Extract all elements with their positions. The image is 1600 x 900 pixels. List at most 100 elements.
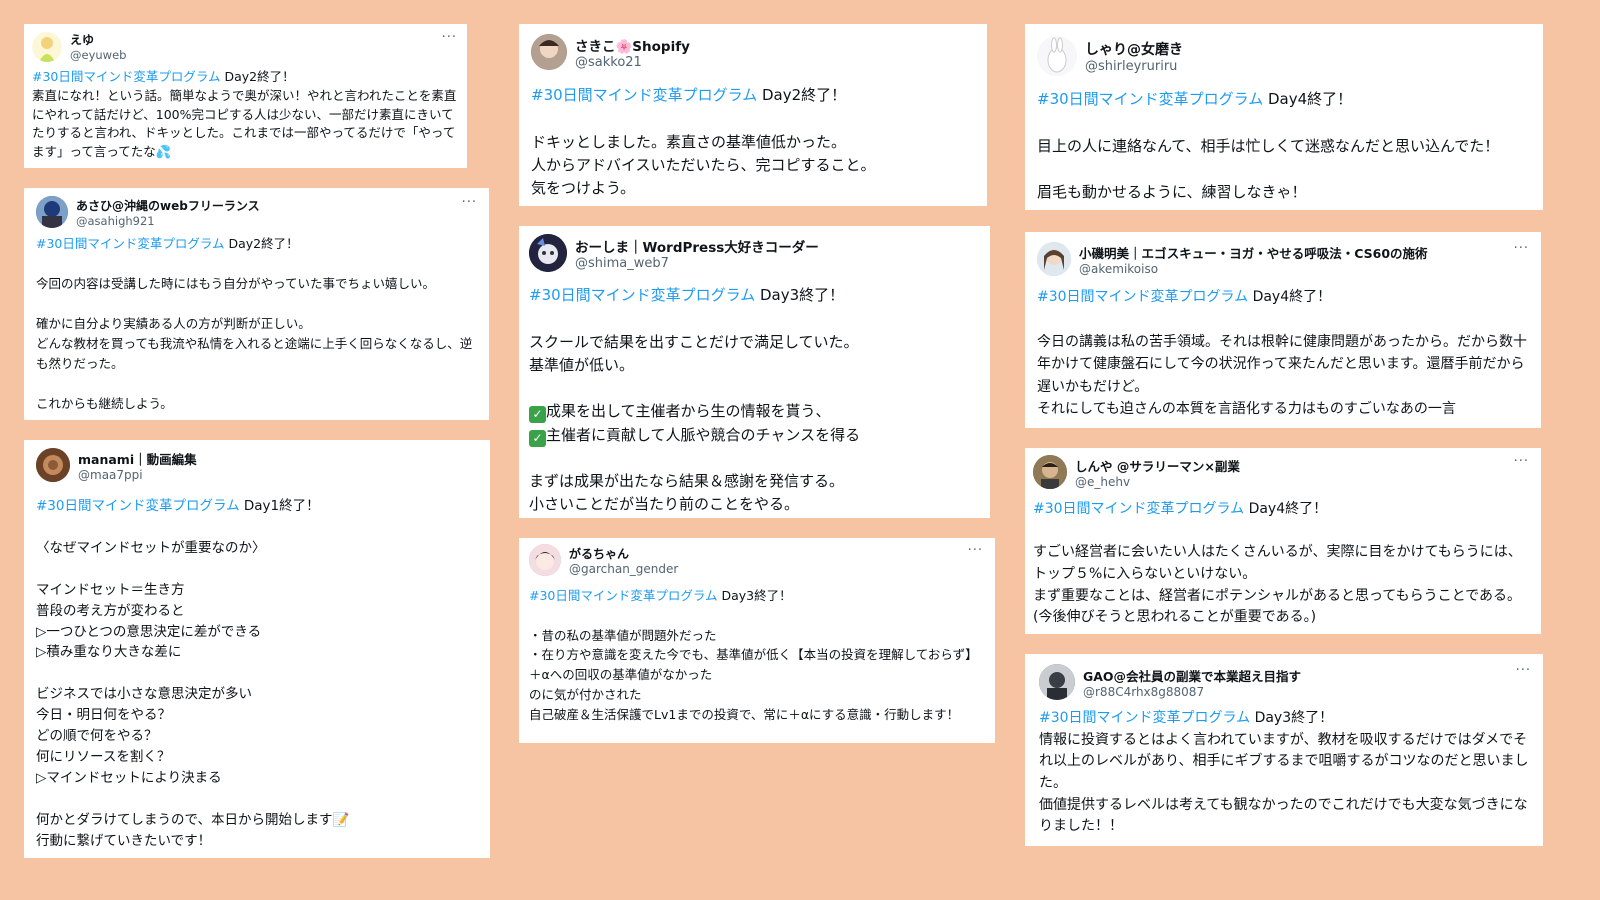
avatar-illustration (529, 234, 567, 272)
author-name[interactable]: GAO@会社員の副業で本業超え目指す (1083, 666, 1301, 685)
avatar-photo (36, 196, 68, 228)
more-options-icon[interactable]: ··· (1514, 242, 1529, 255)
day-status: Day4終了！ (1263, 90, 1353, 108)
tweet-card-asahi[interactable]: あさひ@沖縄のwebフリーランス @asahigh921 ··· #30日間マイ… (24, 188, 489, 420)
tweet-text: 今回の内容は受講した時にはもう自分がやっていた事でちょい嬉しい。 確かに自分より… (36, 276, 473, 411)
tweet-text-closing: 行動に繋げていきたいです！ (36, 832, 212, 849)
more-options-icon[interactable]: ··· (442, 31, 457, 44)
avatar-photo (1037, 242, 1071, 276)
author-name[interactable]: がるちゃん (569, 545, 678, 562)
avatar-illustration (1037, 36, 1077, 76)
avatar[interactable] (36, 448, 70, 482)
hashtag-link[interactable]: #30日間マインド変革プログラム (1039, 710, 1250, 726)
tweet-card-shari[interactable]: しゃり@女磨き @shirleyruriru #30日間マインド変革プログラム … (1025, 24, 1543, 210)
day-status: Day3終了！ (717, 588, 792, 603)
memo-icon: 📝 (332, 811, 350, 828)
tweet-text: 〈なぜマインドセットが重要なのか〉 マインドセット＝生き方 普段の考え方が変わる… (36, 539, 333, 828)
day-status: Day1終了！ (239, 498, 320, 514)
checklist-item: 成果を出して主催者から生の情報を貰う、 (546, 402, 831, 421)
tweet-text: ・昔の私の基準値が問題外だった ・在り方や意識を変えた今でも、基準値が低く【本当… (529, 627, 978, 722)
avatar[interactable] (1039, 664, 1075, 700)
tweet-text: 素直になれ！という話。簡単なようで奥が深い！やれと言われたことを素直にやれって話… (32, 87, 457, 159)
author-name[interactable]: えゆ (70, 31, 126, 48)
author-name[interactable]: 小磯明美｜エゴスキュー・ヨガ・やせる呼吸法・CS60の施術 (1079, 243, 1428, 262)
author-name[interactable]: あさひ@沖縄のwebフリーランス (76, 197, 260, 214)
author-handle[interactable]: @asahigh921 (76, 214, 260, 228)
hashtag-link[interactable]: #30日間マインド変革プログラム (1037, 289, 1248, 305)
tweet-body: #30日間マインド変革プログラム Day4終了！ 目上の人に連絡なんて、相手は忙… (1037, 88, 1531, 204)
checklist-item: 主催者に貢献して人脈や競合のチャンスを得る (546, 425, 861, 444)
tweet-card-koiso[interactable]: 小磯明美｜エゴスキュー・ヨガ・やせる呼吸法・CS60の施術 @akemikois… (1025, 232, 1541, 428)
day-status: Day3終了！ (755, 286, 845, 304)
more-options-icon[interactable]: ··· (462, 196, 477, 209)
tweet-body: #30日間マインド変革プログラム Day4終了！ 今日の講義は私の苦手領域。それ… (1037, 286, 1529, 420)
avatar-photo (36, 448, 70, 482)
tweet-card-eyu[interactable]: えゆ @eyuweb ··· #30日間マインド変革プログラム Day2終了！ … (24, 24, 467, 168)
avatar[interactable] (529, 544, 561, 576)
author-handle[interactable]: @garchan_gender (569, 562, 678, 576)
tweet-body: #30日間マインド変革プログラム Day3終了！ ・昔の私の基準値が問題外だった… (529, 586, 983, 724)
hashtag-link[interactable]: #30日間マインド変革プログラム (531, 86, 757, 104)
author-handle[interactable]: @maa7ppi (78, 468, 197, 482)
tweet-body: #30日間マインド変革プログラム Day3終了！ スクールで結果を出すことだけで… (529, 284, 978, 517)
author-handle[interactable]: @eyuweb (70, 48, 126, 62)
more-options-icon[interactable]: ··· (968, 544, 983, 557)
avatar[interactable] (529, 234, 567, 272)
tweet-text: 目上の人に連絡なんて、相手は忙しくて迷惑なんだと思い込んでた！ 眉毛も動かせるよ… (1037, 136, 1500, 201)
avatar[interactable] (531, 34, 567, 70)
check-mark-button-icon: ✓ (529, 429, 546, 447)
author-name[interactable]: さきこ🌸Shopify (575, 35, 690, 55)
day-status: Day2終了！ (220, 69, 295, 84)
day-status: Day4終了！ (1248, 289, 1332, 305)
author-handle[interactable]: @shima_web7 (575, 256, 819, 271)
hashtag-link[interactable]: #30日間マインド変革プログラム (1037, 90, 1263, 108)
avatar-photo (1033, 455, 1067, 489)
tweet-card-sakiko[interactable]: さきこ🌸Shopify @sakko21 #30日間マインド変革プログラム Da… (519, 24, 987, 206)
hashtag-link[interactable]: #30日間マインド変革プログラム (36, 236, 225, 251)
avatar[interactable] (1037, 242, 1071, 276)
author-name[interactable]: しんや @サラリーマン×副業 (1075, 456, 1240, 475)
tweet-body: #30日間マインド変革プログラム Day2終了！ 今回の内容は受講した時にはもう… (36, 234, 477, 414)
sweat-droplets-icon: 💦 (155, 144, 172, 159)
tweet-text: 今日の講義は私の苦手領域。それは根幹に健康問題があったから。だから数十年かけて健… (1037, 333, 1527, 417)
tweet-body: #30日間マインド変革プログラム Day1終了！ 〈なぜマインドセットが重要なの… (36, 496, 478, 852)
tweet-body: #30日間マインド変革プログラム Day2終了！ ドキッとしました。素直さの基準… (531, 84, 975, 200)
author-handle[interactable]: @sakko21 (575, 55, 690, 70)
author-name[interactable]: manami｜動画編集 (78, 449, 197, 468)
tweet-body: #30日間マインド変革プログラム Day3終了！ 情報に投資するとはよく言われて… (1039, 708, 1531, 838)
more-options-icon[interactable]: ··· (1516, 664, 1531, 677)
avatar[interactable] (1037, 36, 1077, 76)
author-handle[interactable]: @shirleyruriru (1085, 59, 1183, 74)
avatar[interactable] (1033, 455, 1067, 489)
tweet-text: ドキッとしました。素直さの基準値低かった。 人からアドバイスいただいたら、完コピ… (531, 132, 876, 197)
day-status: Day2終了！ (224, 236, 299, 251)
check-mark-button-icon: ✓ (529, 406, 546, 424)
hashtag-link[interactable]: #30日間マインド変革プログラム (32, 69, 221, 84)
author-name[interactable]: しゃり@女磨き (1085, 39, 1183, 59)
tweet-text-closing: まずは成果が出たなら結果＆感謝を発信する。 小さいことだが当たり前のことをやる。 (529, 472, 845, 514)
tweet-card-shinya[interactable]: しんや @サラリーマン×副業 @e_hehv ··· #30日間マインド変革プロ… (1025, 448, 1541, 634)
avatar-illustration (529, 544, 561, 576)
avatar[interactable] (32, 31, 62, 62)
more-options-icon[interactable]: ··· (1514, 455, 1529, 468)
avatar[interactable] (36, 196, 68, 228)
tweet-text: スクールで結果を出すことだけで満足していた。 基準値が低い。 (529, 332, 859, 374)
tweet-card-gao[interactable]: GAO@会社員の副業で本業超え目指す @r88C4rhx8g88087 ··· … (1025, 654, 1543, 846)
day-status: Day4終了！ (1244, 501, 1328, 517)
avatar-photo (531, 34, 567, 70)
author-handle[interactable]: @r88C4rhx8g88087 (1083, 685, 1301, 699)
hashtag-link[interactable]: #30日間マインド変革プログラム (36, 498, 240, 514)
day-status: Day3終了！ (1250, 710, 1334, 726)
hashtag-link[interactable]: #30日間マインド変革プログラム (529, 286, 755, 304)
tweet-card-garuchan[interactable]: がるちゃん @garchan_gender ··· #30日間マインド変革プログ… (519, 538, 995, 743)
author-name[interactable]: おーしま｜WordPress大好きコーダー (575, 236, 819, 256)
tweet-card-manami[interactable]: manami｜動画編集 @maa7ppi #30日間マインド変革プログラム Da… (24, 440, 490, 858)
hashtag-link[interactable]: #30日間マインド変革プログラム (1033, 501, 1244, 517)
hashtag-link[interactable]: #30日間マインド変革プログラム (529, 588, 718, 603)
tweet-text: 情報に投資するとはよく言われていますが、教材を吸収するだけではダメでそれ以上のレ… (1039, 731, 1529, 835)
tweet-body: #30日間マインド変革プログラム Day4終了！ すごい経営者に会いたい人はたく… (1033, 499, 1529, 629)
author-handle[interactable]: @akemikoiso (1079, 262, 1428, 276)
tweet-card-oshima[interactable]: おーしま｜WordPress大好きコーダー @shima_web7 #30日間マ… (519, 226, 990, 518)
author-handle[interactable]: @e_hehv (1075, 475, 1240, 489)
avatar-photo (1039, 664, 1075, 700)
